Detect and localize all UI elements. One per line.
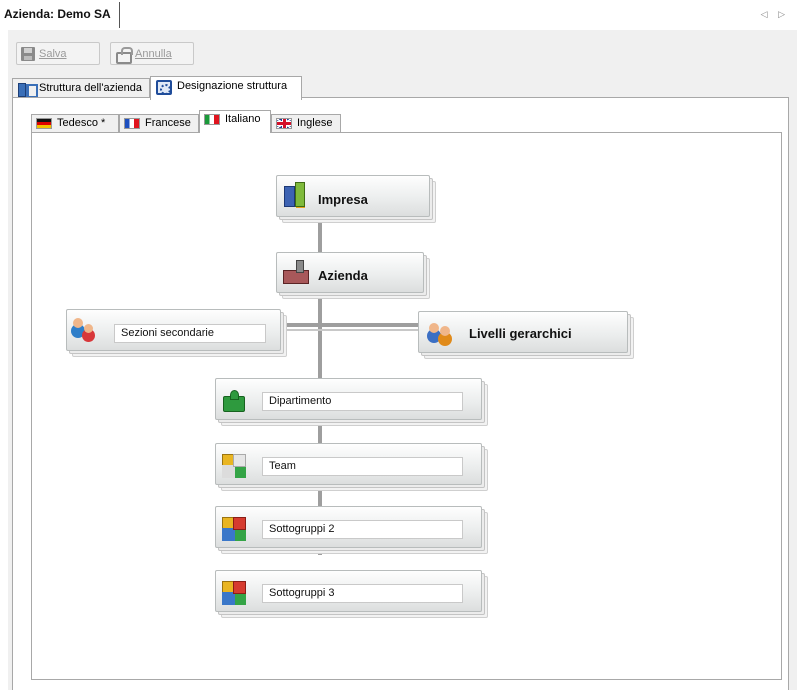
connector [284, 323, 418, 327]
dipartimento-field[interactable]: Dipartimento [262, 392, 463, 411]
node-impresa-label: Impresa [318, 192, 368, 207]
tab-label: Italiano [225, 113, 261, 125]
tab-inglese[interactable]: Inglese [271, 114, 341, 133]
node-livelli-gerarchici[interactable]: Livelli gerarchici [418, 311, 628, 353]
italy-flag-icon [204, 114, 220, 125]
tab-tedesco[interactable]: Tedesco * [31, 114, 119, 133]
main-panel: Salva Annulla Struttura dell'azienda Des… [8, 30, 797, 690]
node-sottogruppi-2[interactable]: Sottogruppi 2 [215, 506, 482, 548]
tab-label: Tedesco * [57, 117, 106, 129]
document-nav-arrows[interactable]: ◁ ▷ [761, 9, 789, 20]
tab-italiano[interactable]: Italiano [199, 110, 271, 133]
puzzle-two-icon [221, 453, 246, 477]
document-header: Azienda: Demo SA ◁ ▷ [0, 0, 797, 32]
connector [318, 218, 322, 255]
puzzle-four-icon [221, 580, 246, 604]
tab-designazione-struttura[interactable]: Designazione struttura [150, 76, 302, 100]
node-azienda[interactable]: Azienda [276, 252, 424, 293]
node-dipartimento[interactable]: Dipartimento [215, 378, 482, 420]
tab-francese[interactable]: Francese [119, 114, 199, 133]
puzzle-piece-icon [221, 388, 247, 412]
document-tab-title: Azienda: Demo SA [4, 7, 111, 21]
tab-label: Inglese [297, 117, 333, 129]
node-livelli-gerarchici-label: Livelli gerarchici [469, 326, 572, 341]
tab-label: Designazione struttura [177, 80, 288, 92]
save-button-label: Salva [39, 47, 67, 60]
tab-struttura-azienda[interactable]: Struttura dell'azienda [12, 78, 150, 99]
sottogruppi-2-field[interactable]: Sottogruppi 2 [262, 520, 463, 539]
sottogruppi-3-field[interactable]: Sottogruppi 3 [262, 584, 463, 603]
uk-flag-icon [276, 118, 292, 129]
people-icon [72, 315, 98, 339]
tab-label: Struttura dell'azienda [39, 82, 142, 94]
structure-diagram-canvas: Impresa Azienda Sezioni secondarie Livel… [31, 132, 782, 680]
factory-icon [282, 259, 309, 284]
people-hierarchy-icon [428, 320, 454, 344]
document-tab[interactable]: Azienda: Demo SA [4, 2, 120, 28]
sezioni-secondarie-field[interactable]: Sezioni secondarie [114, 324, 266, 343]
undo-icon [115, 46, 133, 64]
designazione-struttura-panel: Tedesco * Francese Italiano Inglese Impr… [12, 97, 789, 690]
node-sezioni-secondarie[interactable]: Sezioni secondarie [66, 309, 281, 351]
tab-label: Francese [145, 117, 191, 129]
france-flag-icon [124, 118, 140, 129]
cancel-button-label: Annulla [135, 47, 172, 60]
node-sottogruppi-3[interactable]: Sottogruppi 3 [215, 570, 482, 612]
node-impresa[interactable]: Impresa [276, 175, 430, 217]
puzzle-four-icon [221, 516, 246, 540]
save-icon [21, 46, 35, 61]
save-button[interactable]: Salva [16, 42, 100, 65]
gear-settings-icon [156, 80, 172, 95]
connector [284, 329, 418, 331]
node-azienda-label: Azienda [318, 268, 368, 283]
cancel-button[interactable]: Annulla [110, 42, 194, 65]
node-team[interactable]: Team [215, 443, 482, 485]
germany-flag-icon [36, 118, 52, 129]
building-icon [282, 182, 308, 207]
team-field[interactable]: Team [262, 457, 463, 476]
structure-icon [18, 82, 38, 98]
